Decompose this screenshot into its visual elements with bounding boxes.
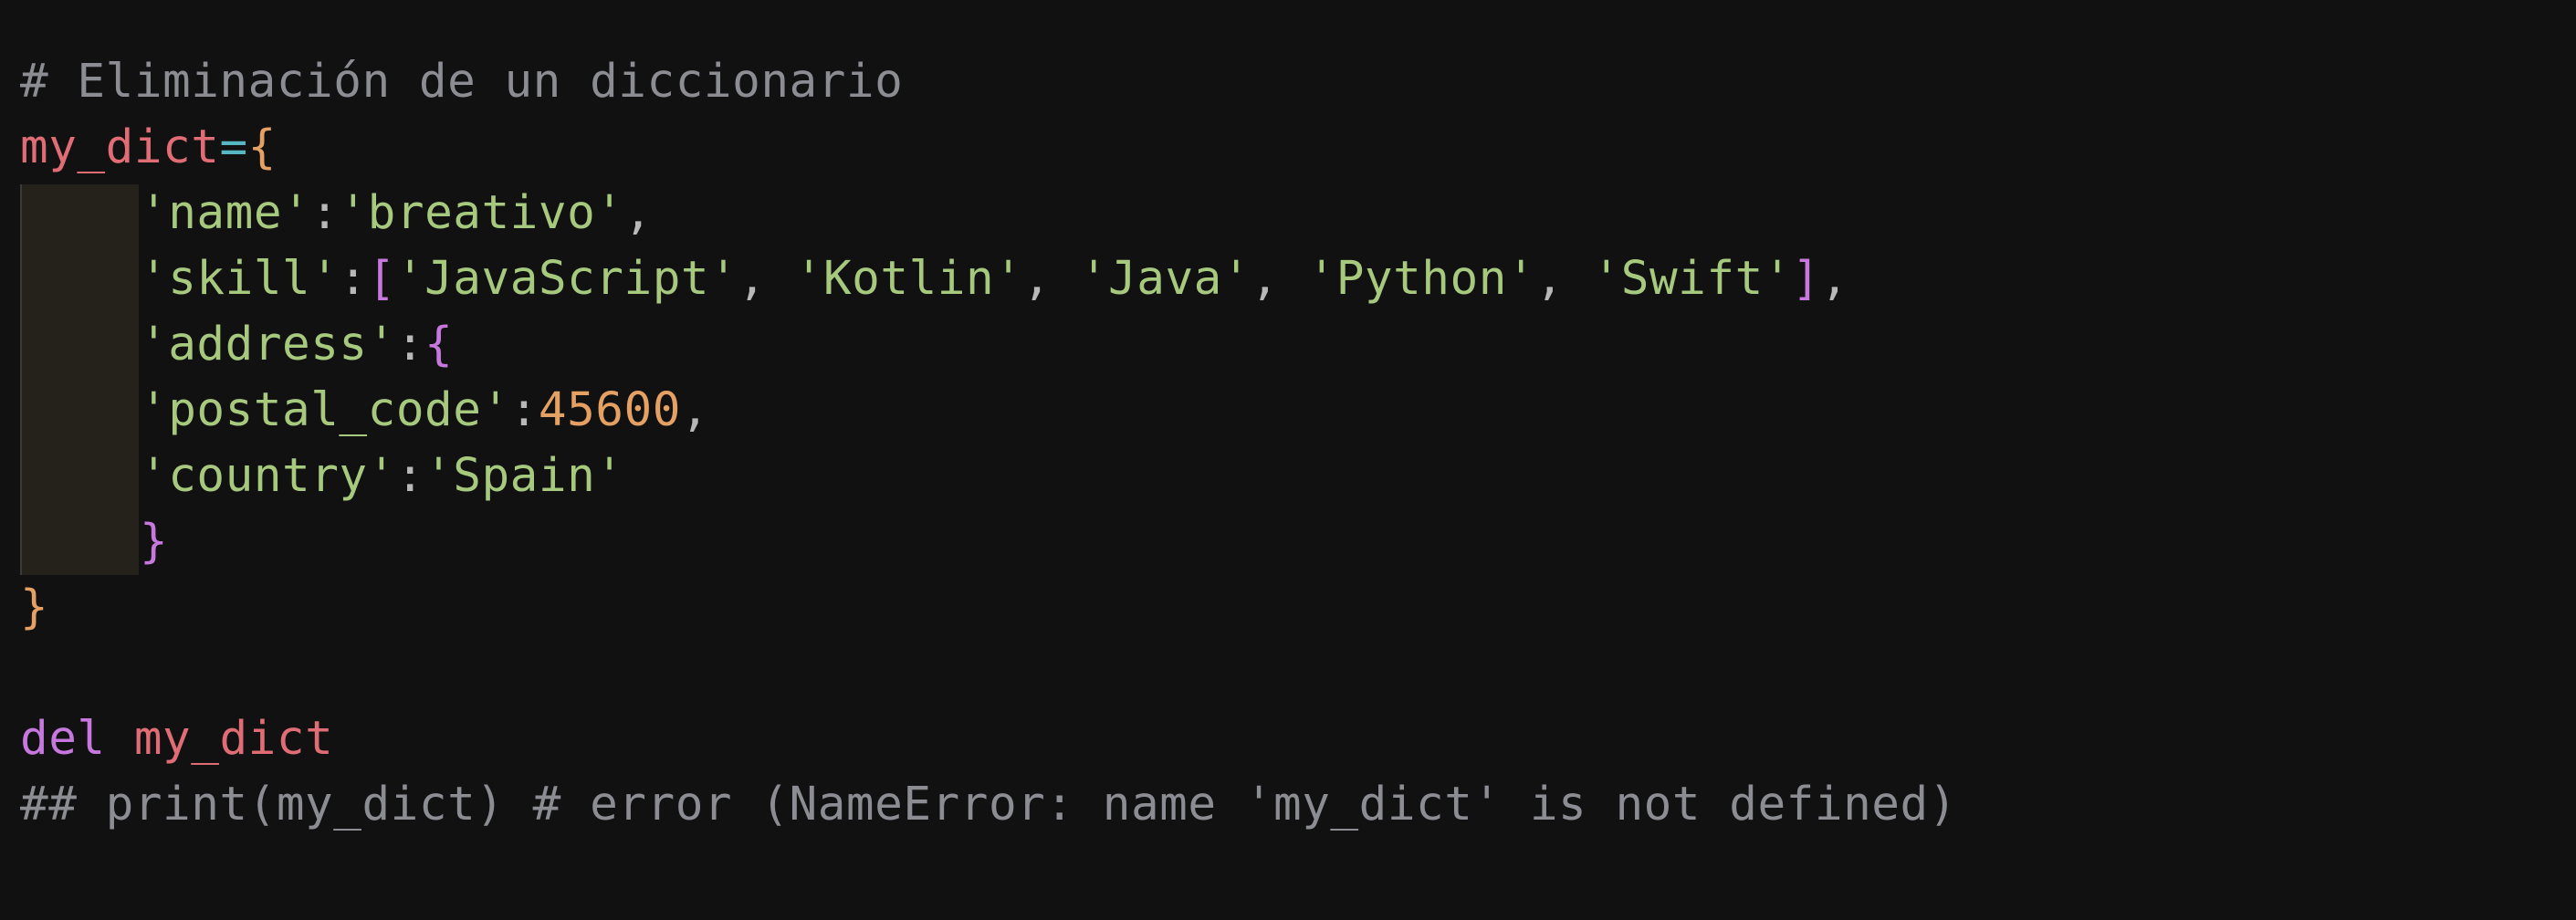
code-line-del: del my_dict (20, 706, 333, 772)
list-item: 'Python' (1307, 252, 1536, 306)
code-line-assignment: my_dict={ (20, 115, 277, 181)
dict-key: 'skill' (140, 252, 340, 306)
close-brace: } (20, 580, 49, 634)
code-line-close: } (20, 575, 48, 641)
dict-value: 'Spain' (424, 449, 624, 503)
dict-key: 'country' (140, 449, 396, 503)
code-line-address: 'address':{ (140, 318, 454, 371)
code-editor[interactable]: # Eliminación de un diccionario my_dict=… (0, 0, 2576, 920)
del-target: my_dict (133, 712, 334, 766)
nested-close-brace: } (140, 515, 169, 569)
list-item: 'Swift' (1592, 252, 1792, 306)
list-item: 'Kotlin' (794, 252, 1023, 306)
assign-operator: = (219, 120, 248, 174)
comment-text: # Eliminación de un diccionario (20, 55, 904, 109)
code-line-comment-title: # Eliminación de un diccionario (20, 49, 903, 115)
dict-key: 'postal_code' (140, 383, 510, 437)
open-brace: { (247, 120, 277, 174)
variable-name: my_dict (20, 120, 220, 174)
dict-key: 'address' (140, 318, 396, 371)
open-bracket: [ (367, 252, 396, 306)
dict-value: 'breativo' (339, 186, 624, 240)
code-line-country: 'country':'Spain' (140, 449, 624, 503)
list-item: 'JavaScript' (395, 252, 738, 306)
code-line-name: 'name':'breativo', (140, 186, 653, 240)
code-line-skill: 'skill':['JavaScript', 'Kotlin', 'Java',… (140, 252, 1849, 306)
nested-open-brace: { (424, 318, 454, 371)
dict-key: 'name' (140, 186, 311, 240)
code-line-postal: 'postal_code':45600, (140, 383, 710, 437)
code-line-nested-close: } (20, 509, 168, 575)
number-value: 45600 (538, 383, 681, 437)
del-keyword: del (20, 712, 106, 766)
code-line-print-comment: ## print(my_dict) # error (NameError: na… (20, 772, 1957, 838)
list-item: 'Java' (1079, 252, 1251, 306)
close-bracket: ] (1791, 252, 1821, 306)
comment-text: ## print(my_dict) # error (NameError: na… (20, 778, 1957, 831)
